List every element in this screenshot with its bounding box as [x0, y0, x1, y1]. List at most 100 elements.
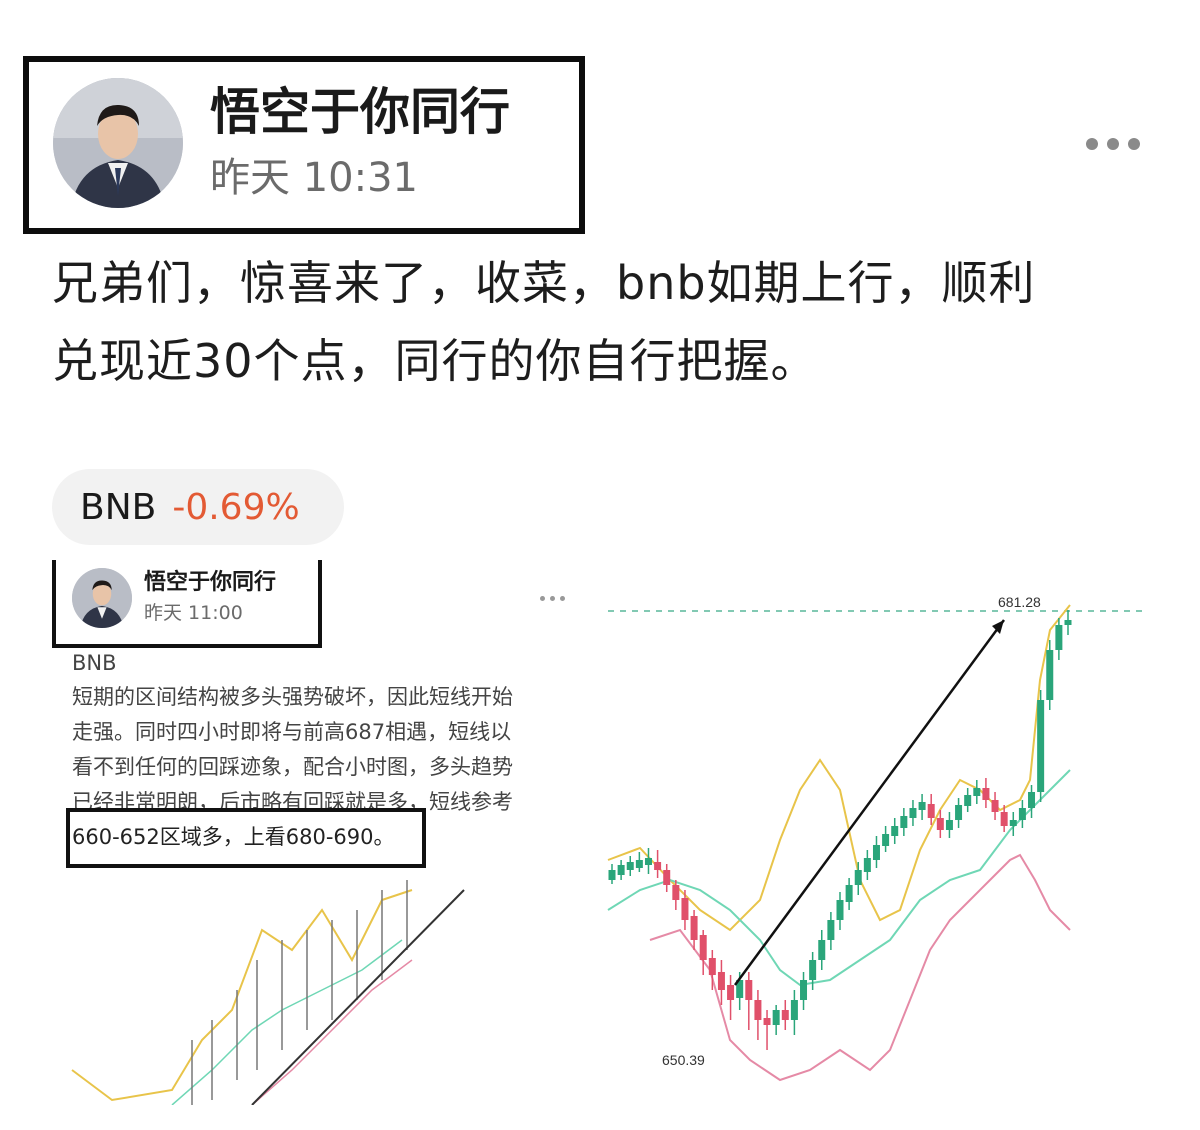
candle — [772, 1005, 780, 1035]
candle-body — [644, 858, 652, 865]
candle — [617, 860, 625, 880]
embedded-line-1: 短期的区间结构被多头强势破坏，因此短线开始 — [72, 685, 513, 709]
low-price-label: 650.39 — [662, 1052, 705, 1068]
candle-body — [955, 805, 963, 820]
candle — [836, 892, 844, 930]
candle-body — [836, 900, 844, 920]
coin-tag-chip[interactable]: BNB -0.69% — [52, 469, 344, 545]
candle-body — [863, 858, 871, 872]
candle-body — [654, 862, 662, 870]
mini-trendline — [251, 889, 465, 1105]
candle — [1028, 785, 1036, 818]
candle — [891, 818, 899, 844]
candle-body — [690, 916, 698, 940]
candle — [900, 808, 908, 836]
candle — [1055, 618, 1063, 660]
embedded-author-name: 悟空于你同行 — [144, 570, 277, 595]
candle — [827, 912, 835, 950]
candle-body — [982, 788, 990, 800]
post-text-line-2: 兑现近30个点，同行的你自行把握。 — [52, 334, 818, 388]
candle-body — [1000, 812, 1008, 826]
candle-body — [699, 935, 707, 960]
candle — [654, 850, 662, 878]
author-avatar[interactable] — [53, 78, 183, 208]
candle — [745, 972, 753, 1030]
candle — [800, 972, 808, 1010]
candle — [754, 990, 762, 1040]
post-time: 昨天 10:31 — [210, 155, 418, 201]
candle-body — [1037, 700, 1045, 792]
candle — [635, 852, 643, 872]
mini-middle-band — [171, 939, 403, 1105]
trend-arrow-line — [733, 619, 1006, 986]
candle — [763, 1010, 771, 1050]
candle-body — [663, 870, 671, 885]
candle — [854, 862, 862, 895]
embedded-post-image[interactable]: 悟空于你同行 昨天 11:00 BNB 短期的区间结构被多头强势破坏，因此短线开… — [52, 560, 592, 1105]
embedded-line-5: 660-652区域多，上看680-690。 — [72, 825, 395, 849]
candle-body — [964, 795, 972, 806]
avatar-photo-icon — [72, 568, 132, 628]
candle-body — [900, 816, 908, 828]
candle-body — [918, 802, 926, 810]
candle-body — [754, 1000, 762, 1020]
candle-body — [727, 985, 735, 1000]
candle-body — [1009, 820, 1017, 826]
candle-body — [1018, 808, 1026, 820]
candle-body — [800, 980, 808, 1000]
candle-body — [681, 898, 689, 920]
embedded-post-time: 昨天 11:00 — [144, 602, 243, 624]
candle-body — [827, 920, 835, 940]
candle — [927, 794, 935, 825]
candle-body — [973, 788, 981, 796]
candle — [955, 798, 963, 828]
candle — [663, 864, 671, 892]
author-name[interactable]: 悟空于你同行 — [210, 82, 510, 142]
more-options-icon[interactable] — [1086, 138, 1140, 150]
candle — [973, 780, 981, 804]
candle — [845, 878, 853, 910]
candle-body — [945, 820, 953, 830]
candle — [818, 930, 826, 970]
high-price-label: 681.28 — [998, 594, 1041, 610]
candle — [918, 794, 926, 820]
candle-body — [772, 1010, 780, 1025]
candle-body — [790, 1000, 798, 1020]
candle-body — [845, 885, 853, 902]
candle — [1018, 800, 1026, 828]
candle — [608, 864, 616, 884]
candle — [790, 990, 798, 1035]
candle — [882, 826, 890, 852]
candle — [644, 848, 652, 874]
candle-body — [672, 885, 680, 900]
candle-body — [854, 870, 862, 885]
candle-body — [1046, 650, 1054, 700]
candle-body — [717, 972, 725, 990]
candle-body — [872, 845, 880, 860]
candle-body — [809, 960, 817, 980]
candle-body — [1064, 620, 1072, 625]
candle — [699, 930, 707, 975]
candle — [781, 1000, 789, 1030]
embedded-symbol: BNB — [72, 651, 117, 675]
candle — [945, 812, 953, 838]
middle-band-line — [607, 769, 1071, 987]
post-text-line-1: 兄弟们，惊喜来了，收菜，bnb如期上行，顺利 — [52, 256, 1036, 310]
candle — [1064, 610, 1072, 635]
embedded-avatar — [72, 568, 132, 628]
candle — [1009, 812, 1017, 836]
candle-body — [781, 1010, 789, 1020]
candle-body — [745, 980, 753, 1000]
candle-body — [626, 862, 634, 870]
coin-tag-change: -0.69% — [172, 486, 300, 528]
bnb-candlestick-chart[interactable]: 681.28 650.39 — [600, 580, 1160, 1090]
embedded-more-icon — [540, 596, 565, 601]
upper-band-line — [607, 604, 1071, 932]
candle — [964, 788, 972, 812]
candle-body — [909, 808, 917, 818]
candle-body — [617, 865, 625, 875]
avatar-photo-icon — [53, 78, 183, 208]
candle-body — [927, 804, 935, 818]
candle — [872, 836, 880, 868]
candle-body — [991, 800, 999, 812]
